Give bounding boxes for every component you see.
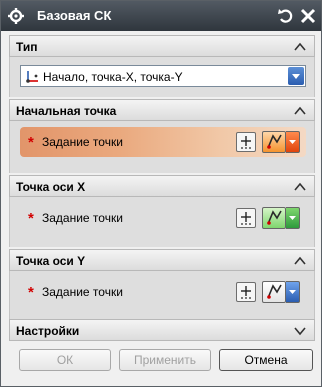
section-title: Настройки — [16, 324, 80, 338]
section-title: Точка оси X — [16, 180, 86, 194]
cancel-button[interactable]: Отмена — [219, 349, 313, 371]
snap-options-dropdown[interactable] — [286, 207, 300, 229]
snap-point-icon — [267, 210, 282, 225]
specify-y-axis-point-row[interactable]: * Задание точки — [20, 277, 306, 307]
section-body-type: Начало, точка-X, точка-Y — [9, 57, 315, 97]
chevron-up-icon — [294, 106, 306, 115]
point-dialog-button[interactable] — [236, 282, 256, 302]
point-dialog-button[interactable] — [236, 208, 256, 228]
section-header-settings[interactable]: Настройки — [9, 319, 315, 341]
chevron-up-icon — [294, 256, 306, 265]
dialog-title: Базовая СК — [37, 8, 112, 23]
section-body-origin-point: * Задание точки — [9, 121, 315, 173]
point-constructor-icon — [241, 136, 251, 149]
point-dialog-button[interactable] — [236, 132, 256, 152]
section-header-origin-point[interactable]: Начальная точка — [9, 99, 315, 121]
point-constructor-icon — [241, 212, 251, 225]
chevron-up-icon — [294, 182, 306, 191]
section-header-type[interactable]: Тип — [9, 35, 315, 57]
point-constructor-icon — [241, 286, 251, 299]
dropdown-arrow-button[interactable] — [288, 67, 304, 85]
section-header-x-axis-point[interactable]: Точка оси X — [9, 175, 315, 197]
chevron-down-icon — [289, 140, 296, 144]
ok-button[interactable]: ОК — [19, 349, 111, 371]
required-mark: * — [28, 284, 34, 301]
section-body-y-axis-point: * Задание точки — [9, 271, 315, 319]
chevron-down-icon — [294, 327, 306, 336]
chevron-up-icon — [294, 42, 306, 51]
close-icon[interactable] — [299, 6, 317, 26]
chevron-down-icon — [292, 74, 300, 79]
section-title: Тип — [16, 40, 38, 54]
snap-options-dropdown[interactable] — [286, 281, 300, 303]
dialog-button-bar: ОК Применить Отмена — [1, 342, 321, 386]
required-mark: * — [28, 134, 34, 151]
specify-point-label: Задание точки — [42, 285, 123, 299]
inferred-point-button[interactable] — [262, 131, 286, 153]
csys-type-value: Начало, точка-X, точка-Y — [43, 70, 183, 84]
chevron-down-icon — [289, 290, 296, 294]
reset-icon[interactable] — [277, 6, 295, 26]
snap-options-dropdown[interactable] — [286, 131, 300, 153]
section-title: Начальная точка — [16, 104, 117, 118]
specify-point-label: Задание точки — [42, 211, 123, 225]
inferred-point-button[interactable] — [262, 207, 286, 229]
section-body-x-axis-point: * Задание точки — [9, 197, 315, 247]
csys-type-dropdown[interactable]: Начало, точка-X, точка-Y — [20, 65, 306, 87]
csys-origin-xy-icon — [26, 71, 38, 83]
snap-point-icon — [267, 134, 282, 149]
title-bar[interactable]: Базовая СК — [1, 1, 321, 31]
inferred-point-button[interactable] — [262, 281, 286, 303]
base-csys-dialog: Базовая СК Тип Начало, точка-X, точка-Y — [0, 0, 322, 387]
specify-origin-point-row[interactable]: * Задание точки — [20, 127, 306, 157]
section-header-y-axis-point[interactable]: Точка оси Y — [9, 249, 315, 271]
required-mark: * — [28, 210, 34, 227]
gear-icon — [8, 8, 24, 24]
snap-point-icon — [267, 284, 282, 299]
specify-point-label: Задание точки — [42, 135, 123, 149]
chevron-down-icon — [289, 216, 296, 220]
specify-x-axis-point-row[interactable]: * Задание точки — [20, 203, 306, 233]
section-title: Точка оси Y — [16, 254, 86, 268]
apply-button[interactable]: Применить — [119, 349, 211, 371]
